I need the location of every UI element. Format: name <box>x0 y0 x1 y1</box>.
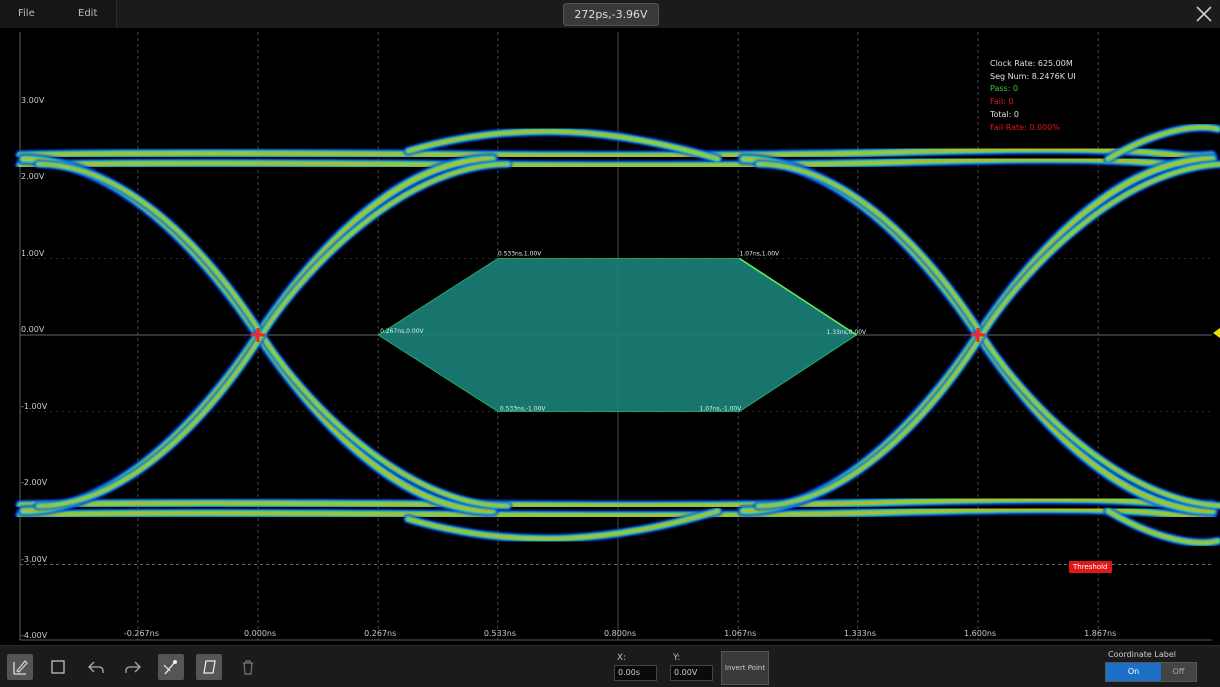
clock-rate-text: Clock Rate: 625.00M <box>990 59 1073 68</box>
y-coord-input[interactable]: 0.00V <box>670 665 713 681</box>
toggle-on[interactable]: On <box>1106 663 1161 681</box>
point-edit-button[interactable] <box>158 654 184 680</box>
x-coord-input[interactable]: 0.00s <box>614 665 657 681</box>
delete-button[interactable] <box>235 654 261 680</box>
menu-bar: File Edit <box>0 0 117 28</box>
menu-edit[interactable]: Edit <box>78 0 97 28</box>
mask-point-label: 0.533ns,1.00V <box>498 251 542 258</box>
trigger-level-marker[interactable] <box>1213 328 1220 338</box>
draw-pen-icon <box>13 660 28 675</box>
x-tick-label: 1.067ns <box>724 629 757 638</box>
y-tick-label: -2.00V <box>21 478 48 487</box>
polygon-mask-button[interactable] <box>196 654 222 680</box>
coordinate-label-toggle[interactable]: On Off <box>1105 662 1197 682</box>
polygon-mask-icon <box>203 660 216 674</box>
toggle-off[interactable]: Off <box>1161 663 1196 681</box>
y-tick-label: -3.00V <box>21 554 48 564</box>
y-tick-label: 1.00V <box>21 248 45 258</box>
x-tick-label: 1.867ns <box>1084 629 1117 638</box>
top-bar: File Edit 272ps,-3.96V <box>0 0 1220 28</box>
close-button[interactable] <box>1194 4 1214 24</box>
rectangle-select-icon <box>51 660 65 674</box>
undo-icon <box>88 661 104 673</box>
mask-polygon[interactable] <box>377 257 858 412</box>
mask-shape[interactable] <box>377 258 858 412</box>
delete-icon <box>243 660 253 675</box>
y-tick-label: 2.00V <box>21 172 45 181</box>
x-tick-label: 1.600ns <box>964 629 997 638</box>
x-tick-label: 0.800ns <box>604 629 637 638</box>
fail-rate-text: Fail Rate: 0.000% <box>990 122 1060 132</box>
x-tick-label: 0.533ns <box>483 629 516 638</box>
seg-num-text: Seg Num: 8.2476K UI <box>990 71 1076 81</box>
y-tick-label: -4.00V <box>21 631 48 640</box>
x-tick-label: 0.267ns <box>364 629 397 638</box>
mask-test-stats: Clock Rate: 625.00M Seg Num: 8.2476K UI … <box>990 58 1076 134</box>
redo-icon <box>125 661 141 673</box>
undo-button[interactable] <box>83 654 109 680</box>
pass-count-text: Pass: 0 <box>990 84 1019 94</box>
menu-file[interactable]: File <box>18 0 35 28</box>
x-coord-label: X: <box>617 653 627 663</box>
mask-point-label: 0.267ns,0.00V <box>380 328 424 335</box>
mask-point-label: 0.533ns,-1.00V <box>500 406 547 413</box>
x-tick-label: 1.333ns <box>843 629 876 638</box>
y-tick-label: 0.00V <box>21 325 45 334</box>
bottom-toolbar: X: 0.00s Y: 0.00V Invert Point Coordinat… <box>0 645 1220 687</box>
mask-point-label: 1.33ns,0.00V <box>827 329 868 336</box>
threshold-marker-tag[interactable]: Threshold <box>1069 561 1112 573</box>
x-tick-label: -0.267ns <box>123 629 159 638</box>
y-tick-label: -1.00V <box>21 401 48 411</box>
draw-pen-button[interactable] <box>7 654 33 680</box>
total-count-text: Total: 0 <box>990 109 1020 119</box>
rectangle-select-button[interactable] <box>45 654 71 680</box>
close-icon <box>1196 6 1212 22</box>
point-edit-icon <box>163 660 177 675</box>
fail-count-text: Fail: 0 <box>990 97 1014 107</box>
cursor-readout: 272ps,-3.96V <box>563 3 659 26</box>
mask-point-label: 1.07ns,-1.00V <box>700 406 743 413</box>
invert-point-button[interactable]: Invert Point <box>721 651 769 685</box>
x-tick-label: 0.000ns <box>244 629 277 638</box>
coordinate-label-title: Coordinate Label <box>1108 650 1176 659</box>
redo-button[interactable] <box>120 654 146 680</box>
y-tick-label: 3.00V <box>21 95 45 105</box>
y-coord-label: Y: <box>673 653 681 663</box>
mask-point-label: 1.07ns,1.00V <box>740 251 781 258</box>
